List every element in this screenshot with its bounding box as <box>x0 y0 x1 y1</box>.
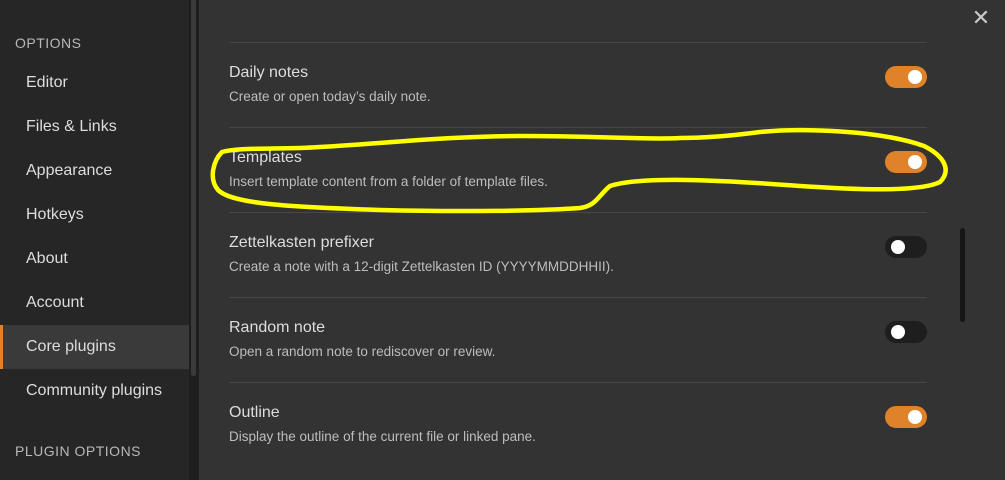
setting-name: Zettelkasten prefixer <box>229 234 374 251</box>
setting-outline: Outline Display the outline of the curre… <box>229 404 927 480</box>
setting-name: Templates <box>229 149 302 166</box>
options-heading: OPTIONS <box>15 35 82 51</box>
content-scrollbar[interactable] <box>960 228 965 322</box>
sidebar-item-editor[interactable]: Editor <box>0 61 189 105</box>
sidebar-item-appearance[interactable]: Appearance <box>0 149 189 193</box>
setting-description: Open a random note to rediscover or revi… <box>229 344 496 359</box>
toggle-knob <box>908 70 922 84</box>
sidebar-item-about[interactable]: About <box>0 237 189 281</box>
random-note-toggle[interactable] <box>885 321 927 343</box>
setting-name: Random note <box>229 319 326 336</box>
toggle-knob <box>908 155 922 169</box>
setting-name: Daily notes <box>229 64 309 81</box>
toggle-knob <box>891 240 905 254</box>
settings-sidebar: OPTIONS Editor Files & Links Appearance … <box>0 0 189 480</box>
divider <box>229 297 927 298</box>
sidebar-item-core-plugins[interactable]: Core plugins <box>0 325 189 369</box>
setting-description: Insert template content from a folder of… <box>229 174 548 189</box>
setting-name: Outline <box>229 404 280 421</box>
close-icon[interactable]: ✕ <box>971 6 991 30</box>
zettelkasten-prefixer-toggle[interactable] <box>885 236 927 258</box>
outline-toggle[interactable] <box>885 406 927 428</box>
setting-templates: Templates Insert template content from a… <box>229 149 927 233</box>
divider <box>229 127 927 128</box>
sidebar-item-community-plugins[interactable]: Community plugins <box>0 369 189 413</box>
setting-daily-notes: Daily notes Create or open today’s daily… <box>229 64 927 148</box>
setting-description: Create or open today’s daily note. <box>229 89 431 104</box>
plugin-options-heading: PLUGIN OPTIONS <box>15 443 142 459</box>
settings-content: ✕ Daily notes Create or open today’s dai… <box>199 0 1005 480</box>
sidebar-item-hotkeys[interactable]: Hotkeys <box>0 193 189 237</box>
toggle-knob <box>908 410 922 424</box>
divider <box>229 382 927 383</box>
sidebar-scrollbar[interactable] <box>191 0 196 376</box>
settings-window: OPTIONS Editor Files & Links Appearance … <box>0 0 1005 480</box>
divider <box>229 212 927 213</box>
setting-description: Display the outline of the current file … <box>229 429 536 444</box>
setting-zettelkasten-prefixer: Zettelkasten prefixer Create a note with… <box>229 234 927 318</box>
divider <box>229 42 927 43</box>
setting-random-note: Random note Open a random note to redisc… <box>229 319 927 403</box>
sidebar-item-account[interactable]: Account <box>0 281 189 325</box>
toggle-knob <box>891 325 905 339</box>
daily-notes-toggle[interactable] <box>885 66 927 88</box>
setting-description: Create a note with a 12-digit Zettelkast… <box>229 259 614 274</box>
templates-toggle[interactable] <box>885 151 927 173</box>
sidebar-item-files-links[interactable]: Files & Links <box>0 105 189 149</box>
